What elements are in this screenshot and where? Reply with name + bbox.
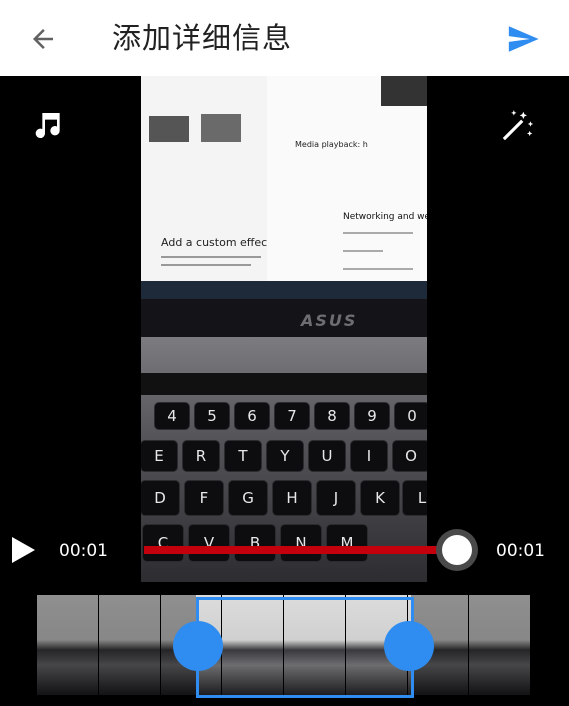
key: 5 [195,403,229,429]
video-laptop-bezel: ASUS [141,299,427,337]
video-taskbar [141,281,427,299]
music-note-icon[interactable] [33,109,65,141]
progress-bar[interactable] [144,546,459,554]
key: L [403,481,427,515]
progress-thumb[interactable] [442,535,472,565]
key: G [229,481,267,515]
doc-bullet-right: Media playback: h [295,140,368,149]
laptop-brand-logo: ASUS [301,311,358,330]
key: B [235,525,275,561]
key: K [361,481,399,515]
arrow-back-icon[interactable] [28,24,58,54]
trim-start-handle[interactable] [173,621,223,671]
video-screen-right: Media playback: h Networking and web [267,76,427,281]
key: C [143,525,183,561]
video-screen-left: Add a custom effect t [141,76,279,281]
key: V [189,525,229,561]
key: 4 [155,403,189,429]
doc-heading-right: Networking and web [343,212,427,222]
video-preview[interactable]: Add a custom effect t Media playback: h … [141,76,427,582]
key: E [141,441,177,471]
key: H [273,481,311,515]
magic-wand-icon[interactable] [498,107,536,145]
key: J [317,481,355,515]
key: Y [267,441,303,471]
key: R [183,441,219,471]
key: 7 [275,403,309,429]
key: I [351,441,387,471]
play-icon[interactable] [10,536,36,564]
page-title: 添加详细信息 [112,21,293,55]
trim-end-handle[interactable] [384,621,434,671]
key: U [309,441,345,471]
key: O [393,441,427,471]
key: 8 [315,403,349,429]
video-stage: Add a custom effect t Media playback: h … [0,76,569,590]
key: N [281,525,321,561]
key: F [185,481,223,515]
doc-heading-left: Add a custom effect t [161,236,280,249]
key: D [141,481,179,515]
key: 9 [355,403,389,429]
trim-selection [196,597,414,698]
key: 6 [235,403,269,429]
key: 0 [395,403,427,429]
key: T [225,441,261,471]
current-time: 00:01 [59,541,108,561]
app-bar: 添加详细信息 [0,0,569,76]
send-icon[interactable] [503,22,543,56]
key: M [327,525,367,561]
duration: 00:01 [496,541,545,561]
